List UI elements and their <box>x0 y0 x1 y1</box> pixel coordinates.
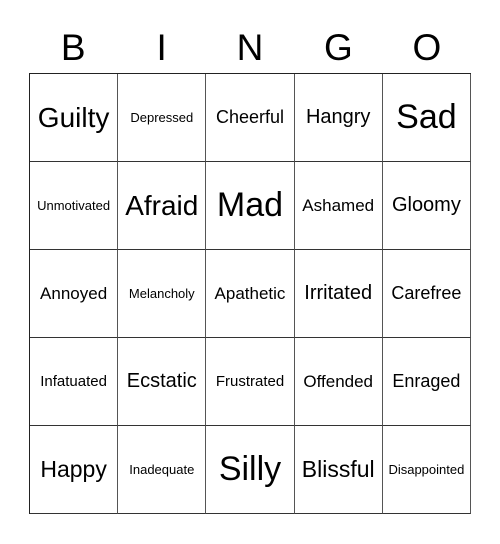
bingo-cell[interactable]: Guilty <box>30 74 119 162</box>
bingo-cell[interactable]: Depressed <box>118 74 207 162</box>
bingo-cell[interactable]: Unmotivated <box>30 162 119 250</box>
bingo-cell[interactable]: Cheerful <box>206 74 295 162</box>
bingo-cell[interactable]: Sad <box>382 74 471 162</box>
bingo-cell[interactable]: Ecstatic <box>118 338 207 426</box>
header-letter-n: N <box>236 27 264 68</box>
bingo-cell[interactable]: Carefree <box>382 250 471 338</box>
bingo-cell[interactable]: Infatuated <box>30 338 119 426</box>
bingo-cell[interactable]: Silly <box>206 426 295 514</box>
bingo-cell[interactable]: Happy <box>30 426 119 514</box>
bingo-cell[interactable]: Enraged <box>382 338 471 426</box>
bingo-cell[interactable]: Mad <box>206 162 295 250</box>
header-letter-o: O <box>412 27 442 68</box>
bingo-cell[interactable]: Melancholy <box>118 250 207 338</box>
bingo-cell[interactable]: Disappointed <box>382 426 471 514</box>
bingo-cell[interactable]: Gloomy <box>382 162 471 250</box>
header-letter-g: G <box>324 27 353 68</box>
bingo-cell[interactable]: Irritated <box>294 250 383 338</box>
bingo-card: Guilty Depressed Cheerful Hangry Sad Unm… <box>29 73 471 514</box>
bingo-cell[interactable]: Annoyed <box>30 250 119 338</box>
bingo-header: B I N G O <box>29 26 471 70</box>
bingo-cell[interactable]: Apathetic <box>206 250 295 338</box>
bingo-cell[interactable]: Afraid <box>118 162 207 250</box>
bingo-cell[interactable]: Inadequate <box>118 426 207 514</box>
bingo-cell[interactable]: Offended <box>294 338 383 426</box>
header-letter-b: B <box>60 27 86 68</box>
bingo-cell[interactable]: Blissful <box>294 426 383 514</box>
bingo-cell[interactable]: Hangry <box>294 74 383 162</box>
bingo-cell[interactable]: Frustrated <box>206 338 295 426</box>
bingo-cell[interactable]: Ashamed <box>294 162 383 250</box>
header-letter-i: I <box>156 27 167 68</box>
